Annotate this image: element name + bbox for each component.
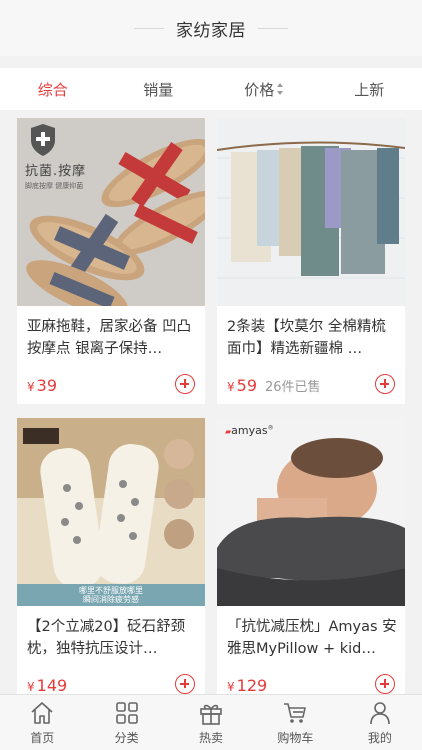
- product-card[interactable]: 哪里不舒服放哪里 瞬间消除疲劳感 【2个立减20】砭石舒颈枕，独特抗压设计… ¥…: [17, 418, 205, 694]
- product-card[interactable]: 抗菌.按摩 脚底按摩 健康抑菌 亚麻拖鞋，居家必备 凹凸按摩点 银离子保持… ¥…: [17, 118, 205, 404]
- product-image-stone-pillow[interactable]: 哪里不舒服放哪里 瞬间消除疲劳感: [17, 418, 205, 606]
- product-price: ¥39: [27, 376, 57, 395]
- product-card[interactable]: 2条装【坎莫尔 全棉精梳面巾】精选新疆棉 … ¥59 26件已售: [217, 118, 405, 404]
- nav-cart[interactable]: 购物车: [253, 695, 337, 750]
- currency-symbol: ¥: [27, 679, 35, 694]
- page-title: 家纺家居: [176, 20, 246, 41]
- nav-label: 热卖: [199, 731, 224, 745]
- tab-new[interactable]: 上新: [317, 79, 422, 100]
- product-image-towels[interactable]: [217, 118, 405, 306]
- currency-symbol: ¥: [27, 379, 35, 394]
- add-to-cart-icon[interactable]: [175, 374, 195, 394]
- product-name[interactable]: 亚麻拖鞋，居家必备 凹凸按摩点 银离子保持…: [27, 316, 197, 360]
- currency-symbol: ¥: [227, 679, 235, 694]
- badge-title: 抗菌.按摩: [25, 164, 87, 179]
- grid-icon: [115, 702, 138, 724]
- tab-label: 销量: [143, 80, 174, 99]
- price-value: 59: [236, 375, 257, 395]
- price-row: ¥149: [27, 674, 195, 694]
- badge-subtitle: 脚底按摩 健康抑菌: [25, 182, 84, 190]
- tab-label: 价格: [244, 80, 275, 99]
- product-price: ¥149: [27, 676, 67, 695]
- tab-label: 综合: [37, 80, 68, 99]
- nav-label: 首页: [30, 731, 55, 745]
- title-divider-right: [258, 27, 288, 29]
- nav-label: 分类: [114, 731, 139, 745]
- nav-label: 我的: [367, 731, 392, 745]
- nav-label: 购物车: [277, 731, 314, 745]
- price-row: ¥39: [27, 374, 195, 396]
- product-image-slippers[interactable]: 抗菌.按摩 脚底按摩 健康抑菌: [17, 118, 205, 306]
- currency-symbol: ¥: [227, 379, 235, 394]
- nav-profile[interactable]: 我的: [338, 695, 422, 750]
- gift-icon: [200, 704, 222, 725]
- nav-hot[interactable]: 热卖: [169, 695, 253, 750]
- sort-arrows-icon: [277, 83, 284, 95]
- tab-sales[interactable]: 销量: [106, 79, 212, 100]
- product-price: ¥129: [227, 676, 267, 695]
- nav-category[interactable]: 分类: [84, 695, 168, 750]
- page-header: 家纺家居: [0, 0, 422, 56]
- bottom-nav: 首页 分类 热卖 购物车 我的: [0, 694, 422, 750]
- add-to-cart-icon[interactable]: [375, 374, 395, 394]
- price-row: ¥59 26件已售: [227, 374, 395, 396]
- badge-text-block: 抗菌.按摩 脚底按摩 健康抑菌: [25, 160, 86, 191]
- home-icon: [31, 702, 53, 724]
- filter-tabs: 综合 销量 价格 上新: [0, 68, 422, 110]
- nav-home[interactable]: 首页: [0, 695, 84, 750]
- add-to-cart-icon[interactable]: [375, 674, 395, 694]
- cart-icon: [284, 703, 307, 723]
- tab-label: 上新: [354, 80, 385, 99]
- product-image-amyas-pillow[interactable]: ▰amyas®: [217, 418, 405, 606]
- image-caption: 哪里不舒服放哪里 瞬间消除疲劳感: [17, 586, 205, 604]
- add-to-cart-icon[interactable]: [175, 674, 195, 694]
- brand-name: amyas: [231, 424, 268, 437]
- product-name[interactable]: 【2个立减20】砭石舒颈枕，独特抗压设计…: [27, 616, 197, 660]
- sold-count: 26件已售: [265, 379, 321, 395]
- price-value: 129: [236, 675, 268, 695]
- product-card[interactable]: ▰amyas® 「抗忧减压枕」Amyas 安雅思MyPillow + kid… …: [217, 418, 405, 694]
- brand-logo: ▰amyas®: [225, 424, 274, 437]
- title-divider-left: [134, 27, 164, 29]
- price-row: ¥129: [227, 674, 395, 694]
- tab-comprehensive[interactable]: 综合: [0, 79, 106, 100]
- product-price: ¥59: [227, 376, 257, 395]
- tab-price[interactable]: 价格: [211, 79, 317, 100]
- user-icon: [370, 702, 390, 725]
- image-caption-line-2: 瞬间消除疲劳感: [83, 595, 139, 604]
- product-name[interactable]: 2条装【坎莫尔 全棉精梳面巾】精选新疆棉 …: [227, 316, 397, 360]
- product-name[interactable]: 「抗忧减压枕」Amyas 安雅思MyPillow + kid…: [227, 616, 397, 660]
- price-value: 39: [36, 375, 57, 395]
- image-caption-line-1: 哪里不舒服放哪里: [79, 586, 143, 595]
- price-value: 149: [36, 675, 68, 695]
